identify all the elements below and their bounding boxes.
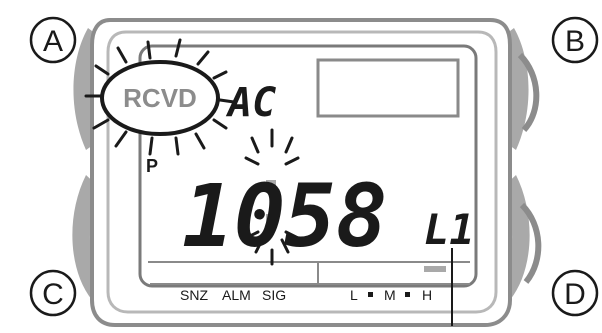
level-separator-dot [368, 292, 373, 297]
signal-level: L1 [424, 205, 475, 254]
button-c-label: C [42, 278, 64, 311]
level-h-label: H [422, 287, 432, 303]
weekday-display: AC [225, 80, 276, 126]
button-b-label: B [565, 25, 585, 58]
watch-diagram: A B C D RCVD P AC 10 58 L1 SNZ ALM SIG L… [0, 0, 602, 333]
button-d-label: D [564, 278, 586, 311]
upper-display-window [316, 58, 460, 118]
time-hour: 10 [182, 167, 286, 267]
sig-label: SIG [262, 287, 286, 303]
button-a-label: A [43, 25, 63, 58]
alm-label: ALM [222, 287, 251, 303]
watch-illustration: A B C D RCVD P AC 10 58 L1 SNZ ALM SIG L… [29, 16, 599, 327]
level-m-label: M [384, 287, 396, 303]
pm-indicator: P [146, 156, 158, 176]
rcvd-badge: RCVD [123, 83, 197, 113]
signal-bar [424, 266, 446, 272]
level-separator-dot [405, 292, 410, 297]
level-l-label: L [350, 287, 358, 303]
time-minute: 58 [284, 167, 388, 267]
snz-label: SNZ [180, 287, 208, 303]
